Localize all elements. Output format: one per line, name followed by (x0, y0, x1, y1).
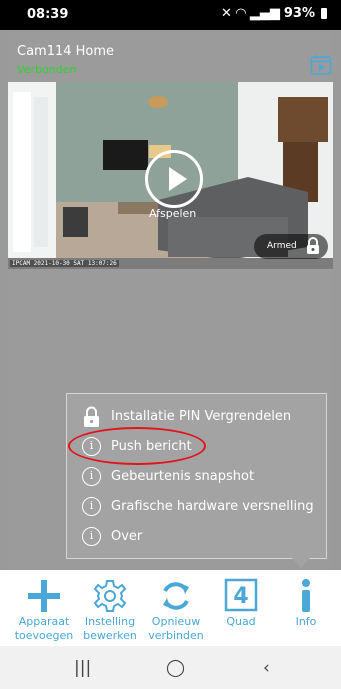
mute-icon: ✕ (220, 6, 232, 21)
gear-icon (93, 580, 127, 612)
refresh-icon (163, 582, 189, 610)
add-device-button[interactable]: Apparaat toevoegen (10, 570, 78, 646)
armed-label: Armed (267, 241, 297, 251)
battery-icon (321, 8, 327, 19)
add-device-label: Apparaat toevoegen (14, 615, 74, 642)
edit-settings-label: Instelling bewerken (83, 615, 137, 642)
play-button[interactable] (145, 150, 203, 208)
camera-title: Cam114 Home (17, 44, 115, 59)
back-icon[interactable]: ‹ (263, 658, 270, 678)
menu-item-event-snapshot[interactable]: i Gebeurtenis snapshot (79, 466, 324, 492)
lock-icon (84, 406, 99, 427)
quad-badge: 4 (233, 584, 248, 609)
menu-item-label: Over (111, 529, 143, 544)
info-icon: i (82, 467, 101, 486)
info-button[interactable]: Info (272, 570, 340, 646)
reconnect-button[interactable]: Opnieuw verbinden (142, 570, 210, 646)
connection-status: Verbonden (17, 63, 77, 76)
recent-apps-icon[interactable]: ||| (74, 658, 91, 678)
info-popup-menu: Installatie PIN Vergrendelen i Push beri… (66, 393, 327, 568)
menu-item-label: Installatie PIN Vergrendelen (111, 409, 292, 424)
bottom-navigation: Apparaat toevoegen Instelling bewerken O… (0, 570, 341, 646)
play-label[interactable]: Afspelen (149, 207, 196, 220)
info-label: Info (295, 615, 317, 628)
menu-item-label: Gebeurtenis snapshot (111, 469, 255, 484)
battery-percent: 93% (283, 6, 315, 21)
edit-settings-button[interactable]: Instelling bewerken (76, 570, 144, 646)
menu-item-hardware-acceleration[interactable]: i Grafische hardware versnelling (79, 496, 324, 522)
system-navigation-bar: ||| ◯ ‹ (0, 646, 341, 689)
quad-label: Quad (226, 615, 256, 628)
video-timestamp: IPCAM 2021-10-30 SAT 13:07:26 (10, 260, 119, 267)
menu-item-label: Grafische hardware versnelling (111, 499, 314, 514)
clock: 08:39 (27, 7, 69, 22)
playback-calendar-icon[interactable] (310, 54, 332, 76)
highlight-annotation (68, 427, 206, 465)
plus-icon (28, 580, 60, 612)
live-video-view[interactable]: Afspelen Armed IPCAM 2021-10-30 SAT 13:0… (8, 82, 333, 269)
status-bar: 08:39 ✕ ◠ ▂▄▆ 93% (0, 0, 341, 30)
info-icon: i (82, 527, 101, 546)
reconnect-label: Opnieuw verbinden (148, 615, 204, 642)
info-icon (302, 579, 310, 612)
menu-item-about[interactable]: i Over (79, 526, 324, 552)
home-icon[interactable]: ◯ (166, 658, 185, 678)
quad-icon: 4 (224, 578, 258, 612)
signal-icon: ▂▄▆ (249, 6, 280, 21)
quad-view-button[interactable]: 4 Quad (207, 570, 275, 646)
lock-icon (307, 237, 319, 254)
armed-toggle[interactable]: Armed (254, 234, 328, 259)
wifi-icon: ◠ (235, 6, 246, 21)
info-icon: i (82, 497, 101, 516)
